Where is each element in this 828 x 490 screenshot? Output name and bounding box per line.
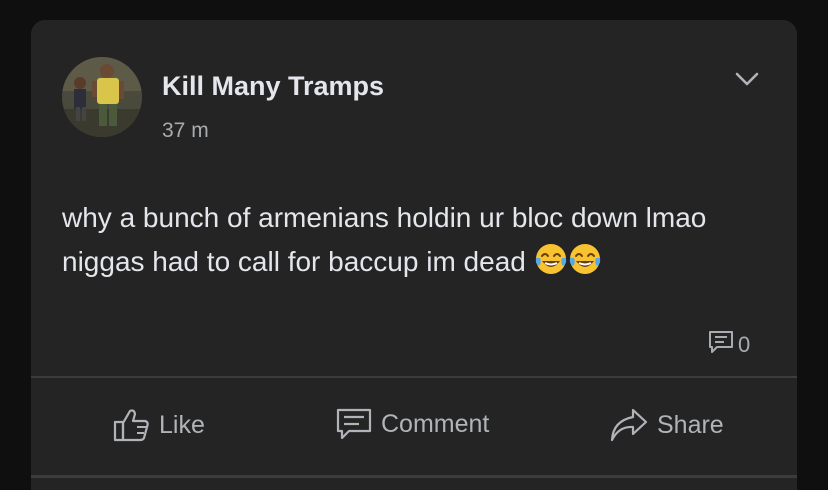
post-timestamp[interactable]: 37 m	[162, 119, 209, 143]
post-text: why a bunch of armenians holdin ur bloc …	[62, 202, 707, 277]
share-button[interactable]: Share	[609, 407, 724, 443]
comment-label: Comment	[381, 409, 490, 438]
tears-of-joy-emoji-icon	[534, 242, 568, 276]
thumbs-up-icon	[113, 407, 151, 443]
chevron-down-icon[interactable]	[734, 68, 760, 90]
comment-button[interactable]: Comment	[335, 407, 489, 441]
avatar[interactable]	[62, 57, 142, 137]
like-label: Like	[159, 410, 205, 439]
share-arrow-icon	[609, 407, 649, 443]
share-label: Share	[657, 410, 724, 439]
comment-count-icon	[707, 329, 735, 361]
comment-icon	[335, 407, 373, 441]
like-button[interactable]: Like	[113, 407, 205, 443]
divider	[31, 376, 797, 378]
comment-count-value: 0	[738, 332, 751, 357]
comment-count[interactable]: 0	[707, 329, 750, 361]
author-name[interactable]: Kill Many Tramps	[162, 71, 384, 102]
post-card: Kill Many Tramps 37 m why a bunch of arm…	[31, 20, 797, 490]
tears-of-joy-emoji-icon	[568, 242, 602, 276]
post-body: why a bunch of armenians holdin ur bloc …	[62, 196, 762, 284]
bottom-divider	[31, 475, 797, 478]
